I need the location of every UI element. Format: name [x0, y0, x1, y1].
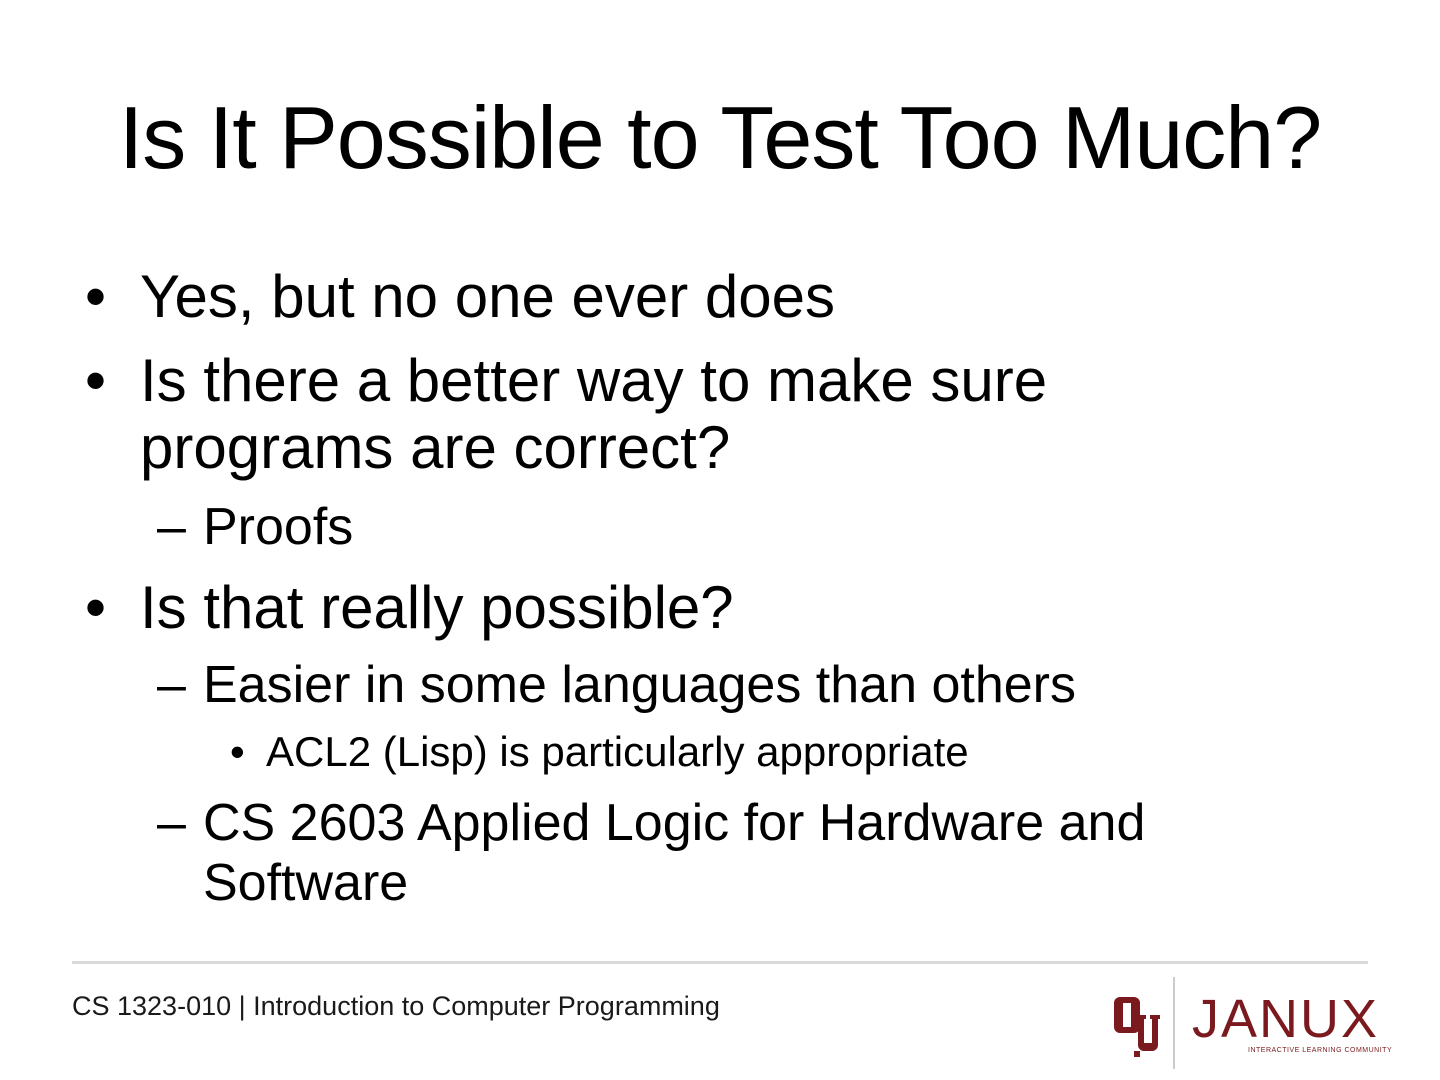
ou-monogram-icon	[1114, 997, 1160, 1057]
sub-bullet-item: – Easier in some languages than others	[157, 656, 1076, 714]
janux-logo: JANUX INTERACTIVE LEARNING COMMUNITY	[1110, 975, 1392, 1070]
sub-bullet-text: Proofs	[203, 498, 354, 556]
sub-sub-bullet-item: • ACL2 (Lisp) is particularly appropriat…	[230, 727, 969, 777]
dash-marker: –	[157, 498, 186, 556]
sub-bullet-item: – CS 2603 Applied Logic for Hardware and	[157, 794, 1146, 852]
bullet-marker: •	[85, 574, 107, 641]
footer-divider	[72, 961, 1368, 964]
bullet-item: • Is there a better way to make sure	[85, 347, 1048, 415]
bullet-text: Is that really possible?	[140, 574, 734, 641]
sub-bullet-text: CS 2603 Applied Logic for Hardware and	[203, 794, 1146, 852]
janux-wordmark: JANUX	[1192, 989, 1380, 1049]
sub-bullet-text: Easier in some languages than others	[203, 656, 1076, 714]
dash-marker: –	[157, 656, 186, 714]
logo-divider	[1173, 977, 1175, 1069]
bullet-item: • Yes, but no one ever does	[85, 263, 835, 331]
bullet-item: • Is that really possible?	[85, 574, 734, 642]
sub-bullet-text: Software	[203, 854, 409, 912]
bullet-text-continuation: programs are correct?	[140, 414, 730, 482]
footer-course-label: CS 1323-010 | Introduction to Computer P…	[72, 991, 720, 1021]
bullet-text: programs are correct?	[140, 414, 731, 481]
sub-bullet-text-continuation: Software	[203, 854, 408, 912]
bullet-marker: •	[230, 728, 245, 775]
bullet-marker: •	[85, 263, 107, 330]
bullet-text: Yes, but no one ever does	[140, 263, 835, 330]
janux-tagline: INTERACTIVE LEARNING COMMUNITY	[1248, 1047, 1393, 1054]
sub-bullet-item: – Proofs	[157, 498, 354, 556]
bullet-text: Is there a better way to make sure	[140, 347, 1048, 414]
bullet-marker: •	[85, 347, 107, 414]
sub-sub-bullet-text: ACL2 (Lisp) is particularly appropriate	[266, 728, 969, 775]
dash-marker: –	[157, 794, 186, 852]
bullet-list: • Yes, but no one ever does • Is there a…	[0, 0, 1440, 940]
